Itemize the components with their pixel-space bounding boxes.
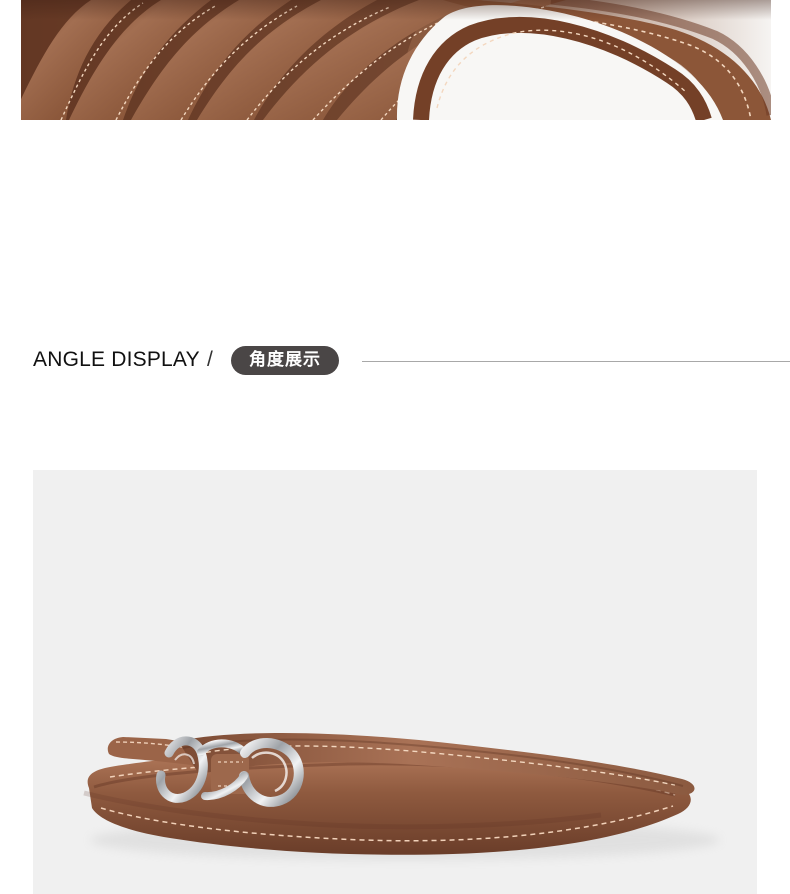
section-title-en: ANGLE DISPLAY (33, 348, 200, 371)
title-separator: / (207, 348, 213, 371)
section-header: ANGLE DISPLAY / 角度展示 (33, 340, 790, 380)
top-belt-closeup-image (21, 0, 771, 120)
section-title-cn-badge: 角度展示 (231, 346, 339, 375)
belt-product-image (33, 470, 757, 894)
header-divider-line (362, 361, 790, 362)
